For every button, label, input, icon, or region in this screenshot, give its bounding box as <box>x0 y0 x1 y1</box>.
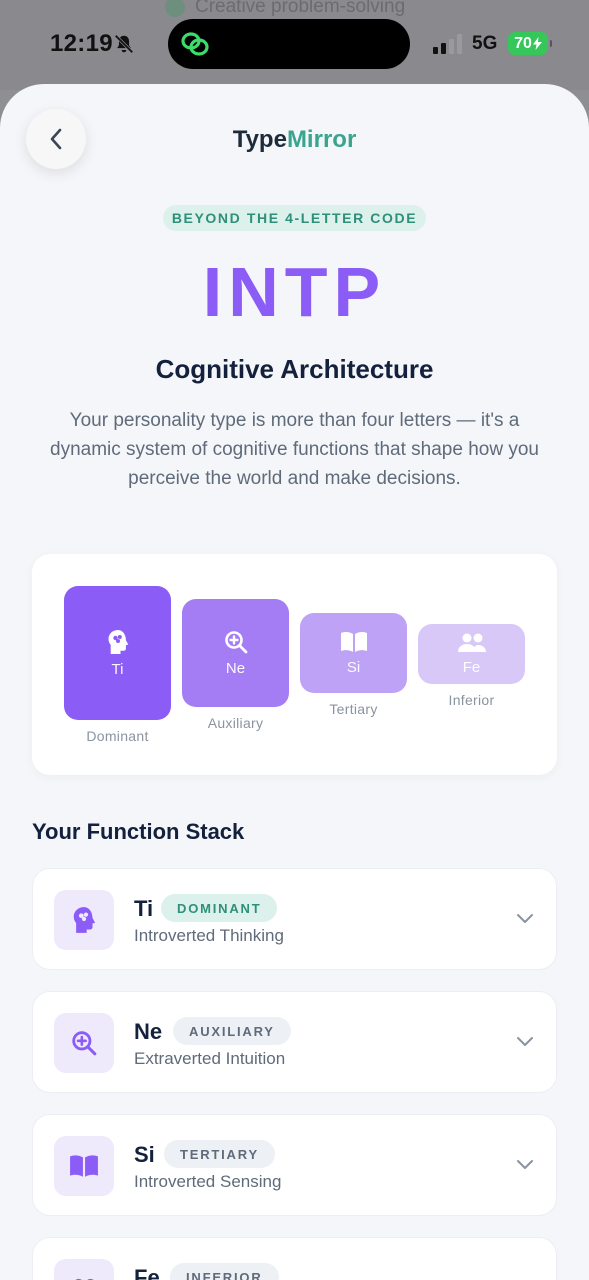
chevron-down-icon[interactable] <box>516 1157 534 1171</box>
logo-part-mirror: Mirror <box>286 126 357 153</box>
app-logo: TypeMirror <box>0 126 589 154</box>
charging-bolt-icon <box>532 37 542 50</box>
function-icon-box <box>54 1136 114 1196</box>
function-card-si[interactable]: Si TERTIARY Introverted Sensing <box>32 1114 557 1216</box>
logo-part-type: Type <box>232 126 287 153</box>
function-full-name: Introverted Thinking <box>134 926 284 945</box>
stack-block-col-inferior: Fe Inferior <box>418 624 525 708</box>
status-bar: 12:19 5G 70 <box>0 0 589 88</box>
stack-block-col-dominant: Ti Dominant <box>64 586 171 744</box>
book-open-icon <box>70 1155 98 1177</box>
function-sheet: TypeMirror BEYOND THE 4-LETTER CODE INTP… <box>0 84 589 1280</box>
battery-level: 70 <box>514 34 532 52</box>
dynamic-island <box>168 19 410 69</box>
users-icon <box>457 633 486 652</box>
signal-bars-icon <box>433 34 462 54</box>
brain-head-icon <box>108 629 128 654</box>
magnify-plus-icon <box>224 630 247 653</box>
function-rank-badge: AUXILIARY <box>173 1017 291 1045</box>
stack-block-caption: Dominant <box>86 728 149 744</box>
stack-block-fe[interactable]: Fe <box>418 624 525 684</box>
function-card-ti[interactable]: Ti DOMINANT Introverted Thinking <box>32 868 557 970</box>
stack-block-col-auxiliary: Ne Auxiliary <box>182 599 289 731</box>
brain-head-icon <box>73 907 96 933</box>
book-open-icon <box>340 631 367 652</box>
battery-indicator: 70 <box>508 32 552 55</box>
function-abbr: Fe <box>134 1265 160 1280</box>
stack-block-col-tertiary: Si Tertiary <box>300 613 407 717</box>
function-abbr: Si <box>134 1142 155 1167</box>
type-code: INTP <box>202 253 387 331</box>
stack-block-ne[interactable]: Ne <box>182 599 289 707</box>
function-icon-box <box>54 890 114 950</box>
stack-block-caption: Tertiary <box>329 701 378 717</box>
stack-block-caption: Inferior <box>448 692 495 708</box>
chevron-down-icon[interactable] <box>516 911 534 925</box>
stack-block-caption: Auxiliary <box>207 715 264 731</box>
function-rank-badge: DOMINANT <box>161 894 278 922</box>
function-abbr: Ti <box>134 896 154 921</box>
page-subtitle: Cognitive Architecture <box>155 354 434 384</box>
status-time: 12:19 <box>50 30 113 57</box>
stack-block-si[interactable]: Si <box>300 613 407 693</box>
function-card-ne[interactable]: Ne AUXILIARY Extraverted Intuition <box>32 991 557 1093</box>
function-icon-box <box>54 1259 114 1280</box>
function-rank-badge: INFERIOR <box>170 1263 279 1280</box>
link-rings-icon <box>181 32 209 56</box>
stack-block-label: Si <box>346 658 361 676</box>
chevron-down-icon[interactable] <box>516 1034 534 1048</box>
magnify-plus-icon <box>72 1031 97 1056</box>
function-stack-title: Your Function Stack <box>32 819 245 844</box>
stack-block-label: Fe <box>462 658 481 676</box>
function-card-fe[interactable]: Fe INFERIOR <box>32 1237 557 1280</box>
stack-block-label: Ne <box>225 659 246 677</box>
function-abbr: Ne <box>134 1019 163 1044</box>
function-icon-box <box>54 1013 114 1073</box>
function-full-name: Extraverted Intuition <box>134 1049 286 1068</box>
function-stack-visual: Ti Dominant Ne Auxiliary Si Tertiary Fe … <box>32 554 557 775</box>
stack-block-ti[interactable]: Ti <box>64 586 171 720</box>
eyebrow-badge: BEYOND THE 4-LETTER CODE <box>163 205 426 231</box>
function-full-name: Introverted Sensing <box>134 1172 282 1191</box>
stack-block-label: Ti <box>111 660 124 678</box>
bell-muted-icon <box>114 34 134 54</box>
function-rank-badge: TERTIARY <box>164 1140 275 1168</box>
network-label: 5G <box>472 33 498 54</box>
intro-description: Your personality type is more than four … <box>50 410 539 489</box>
